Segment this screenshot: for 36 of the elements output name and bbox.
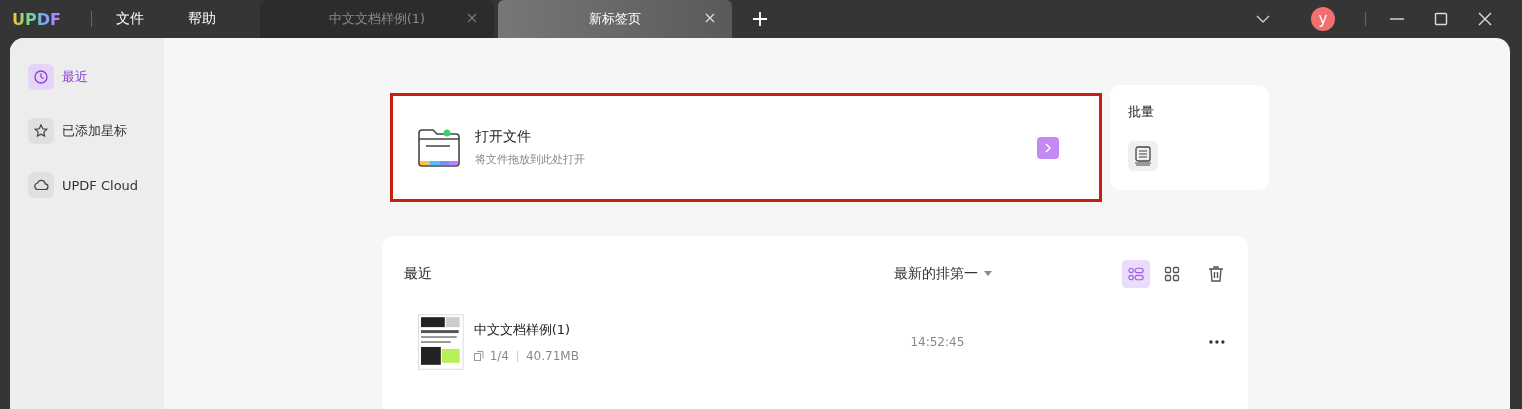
more-icon[interactable] [1208,339,1226,345]
add-tab-icon[interactable] [751,11,768,27]
open-file-hint: 将文件拖放到此处打开 [475,152,586,167]
page-count: 1/4 [489,349,509,363]
trash-icon[interactable] [1206,264,1226,284]
chevron-right-icon [1043,142,1053,153]
folder-icon [417,126,461,169]
menu-item[interactable]: 帮助 [187,10,216,28]
tab[interactable]: 中文文档样例(1) [259,0,494,38]
list-view-icon [1128,266,1144,282]
pages-icon [473,351,484,361]
open-button[interactable] [1037,136,1059,159]
star-icon [33,123,49,139]
open-file-card[interactable]: 打开文件 将文件拖放到此处打开 [390,93,1102,202]
file-time: 14:52:45 [910,335,966,349]
sidebar-item[interactable]: 已添加星标 [10,118,145,144]
sidebar-item[interactable]: UPDF Cloud [10,172,157,198]
sidebar-item[interactable]: 最近 [10,64,106,90]
maximize-icon[interactable] [1434,12,1448,26]
tab[interactable]: 新标签页 [497,0,732,38]
caret-icon [984,271,992,277]
batch-title: 批量 [1128,103,1155,121]
document-stack-icon [1134,146,1152,166]
sort-dropdown[interactable]: 最新的排第一 [888,264,998,284]
menu-item[interactable]: 文件 [115,10,144,28]
clock-icon [33,69,49,85]
list-view-button[interactable] [1122,260,1150,288]
open-file-title: 打开文件 [475,128,532,146]
grid-view-icon [1164,266,1180,282]
close-icon[interactable] [703,12,716,24]
close-icon[interactable] [1478,12,1492,26]
cloud-icon [33,177,49,193]
section-title: 最近 [404,265,432,283]
batch-button[interactable] [1128,141,1158,171]
file-size: 40.71MB [525,349,579,363]
file-name[interactable]: 中文文档样例(1) [473,321,911,339]
